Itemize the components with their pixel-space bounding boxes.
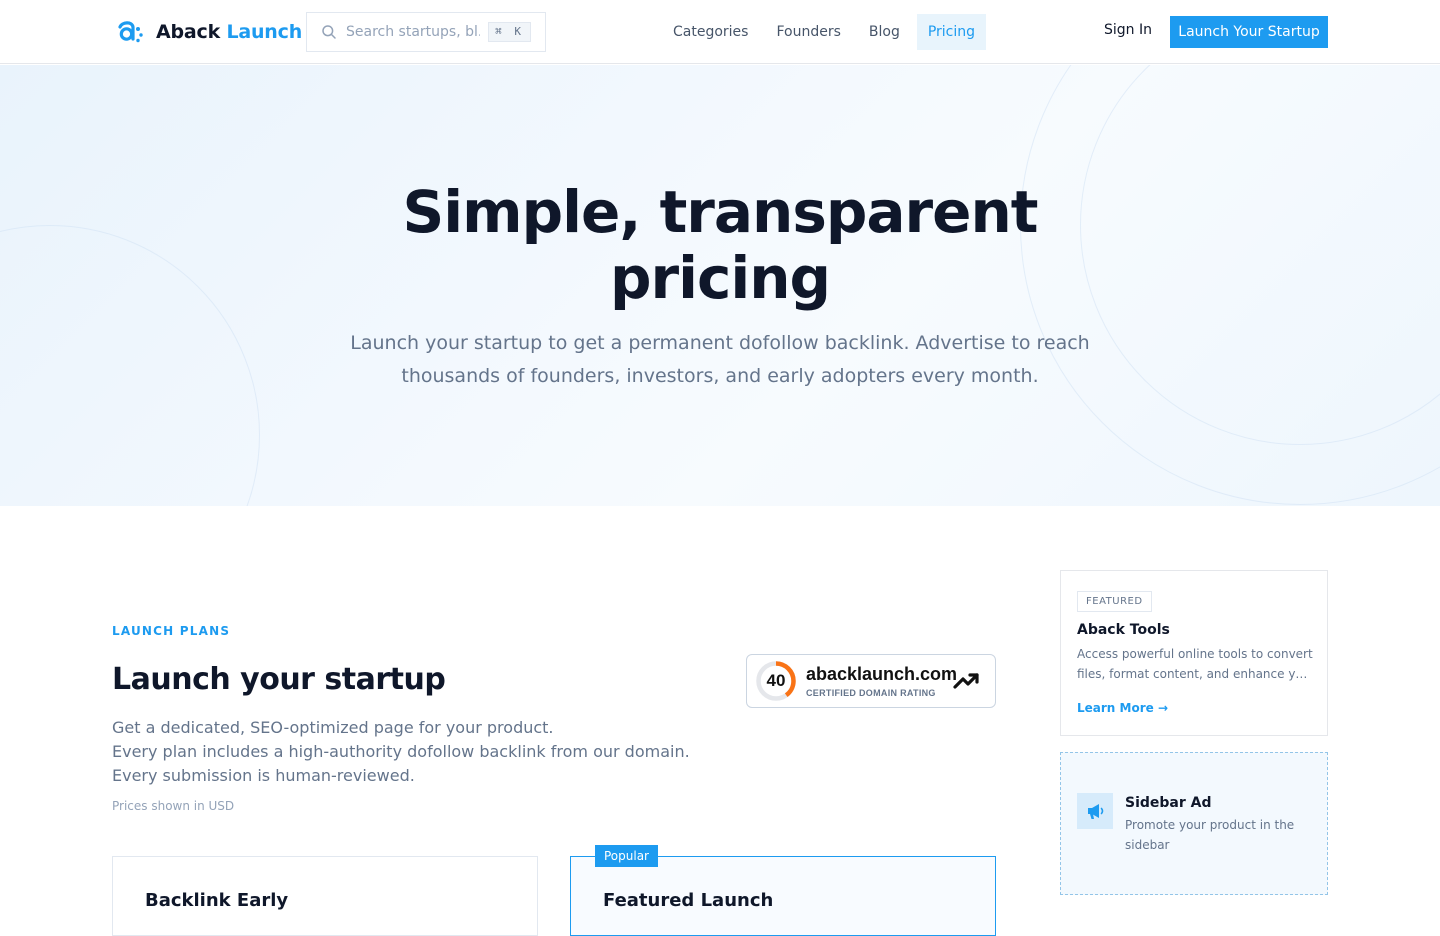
brand-logo[interactable]: Aback Launch bbox=[116, 18, 302, 46]
megaphone-icon bbox=[1088, 804, 1104, 819]
page-title: Simple, transparent pricing bbox=[320, 179, 1120, 311]
ad-description: Promote your product in the sidebar bbox=[1125, 818, 1295, 852]
section-title: Launch your startup bbox=[112, 662, 446, 697]
page-subtitle-line: thousands of founders, investors, and ea… bbox=[401, 365, 1039, 387]
featured-title: Aback Tools bbox=[1077, 622, 1170, 638]
domain-rating-score: 40 bbox=[766, 671, 786, 690]
nav-link-categories[interactable]: Categories bbox=[662, 14, 759, 50]
section-description-line: Every plan includes a high-authority dof… bbox=[112, 742, 690, 761]
brand-name: Aback Launch bbox=[156, 21, 302, 43]
plan-name: Featured Launch bbox=[603, 890, 774, 911]
section-eyebrow: LAUNCH PLANS bbox=[112, 624, 231, 638]
featured-tool-card[interactable]: FEATURED Aback Tools Access powerful onl… bbox=[1060, 570, 1328, 736]
plan-card-backlink-early[interactable]: Backlink Early bbox=[112, 856, 538, 936]
page-subtitle: Launch your startup to get a permanent d… bbox=[330, 327, 1110, 393]
hero-section: Simple, transparent pricing Launch your … bbox=[0, 65, 1440, 506]
page-subtitle-line: Launch your startup to get a permanent d… bbox=[350, 332, 1090, 354]
nav-link-pricing[interactable]: Pricing bbox=[916, 14, 987, 50]
featured-description-line: files, format content, and enhance your.… bbox=[1077, 667, 1313, 681]
main-nav: Categories Founders Blog Pricing bbox=[662, 14, 992, 50]
nav-link-founders[interactable]: Founders bbox=[765, 14, 851, 50]
search-icon bbox=[322, 25, 336, 39]
hero-background-ring bbox=[0, 225, 260, 506]
brand-name-suffix: Launch bbox=[226, 21, 303, 43]
domain-rating-badge[interactable]: 40 abacklaunch.com CERTIFIED DOMAIN RATI… bbox=[746, 654, 996, 708]
nav-link-blog[interactable]: Blog bbox=[858, 14, 911, 50]
search-input[interactable]: Search startups, bl... ⌘ K bbox=[306, 12, 546, 52]
logo-icon bbox=[118, 21, 143, 43]
plan-card-featured-launch[interactable]: Featured Launch bbox=[570, 856, 996, 936]
ad-title: Sidebar Ad bbox=[1125, 795, 1212, 811]
domain-rating-domain: abacklaunch.com bbox=[806, 664, 958, 684]
brand-name-prefix: Aback bbox=[156, 21, 221, 43]
learn-more-link[interactable]: Learn More → bbox=[1077, 701, 1168, 715]
featured-tag: FEATURED bbox=[1077, 591, 1152, 612]
ad-icon-wrapper bbox=[1077, 793, 1113, 829]
section-description-line: Every submission is human-reviewed. bbox=[112, 766, 415, 785]
popular-badge: Popular bbox=[595, 845, 658, 867]
search-placeholder: Search startups, bl... bbox=[346, 24, 480, 40]
trending-up-icon bbox=[953, 673, 979, 689]
section-description: Get a dedicated, SEO-optimized page for … bbox=[112, 716, 712, 788]
section-description-line: Get a dedicated, SEO-optimized page for … bbox=[112, 718, 554, 737]
sign-in-link[interactable]: Sign In bbox=[1104, 22, 1152, 38]
search-shortcut-hint: ⌘ K bbox=[488, 22, 531, 42]
plan-name: Backlink Early bbox=[145, 890, 289, 911]
featured-description: Access powerful online tools to convert … bbox=[1077, 644, 1313, 684]
domain-rating-label: CERTIFIED DOMAIN RATING bbox=[806, 688, 936, 698]
launch-startup-button[interactable]: Launch Your Startup bbox=[1170, 16, 1328, 48]
currency-note: Prices shown in USD bbox=[112, 799, 235, 813]
featured-description-line: Access powerful online tools to convert bbox=[1077, 647, 1313, 661]
site-header: Aback Launch Search startups, bl... ⌘ K … bbox=[0, 0, 1440, 64]
page-title-line: Simple, transparent bbox=[402, 178, 1039, 246]
sidebar-ad-card[interactable]: Sidebar Ad Promote your product in the s… bbox=[1060, 752, 1328, 895]
page-title-line: pricing bbox=[609, 244, 831, 312]
